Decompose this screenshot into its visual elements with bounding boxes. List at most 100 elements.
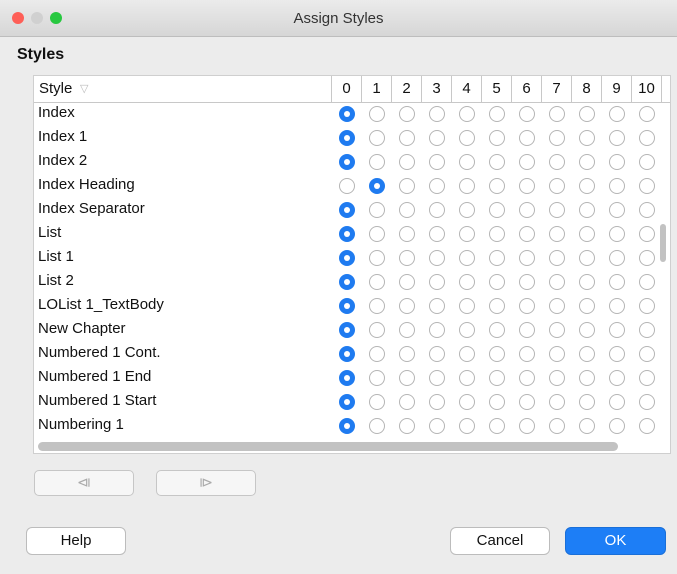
level-radio-button[interactable]: [519, 106, 535, 122]
level-radio-button[interactable]: [519, 370, 535, 386]
level-radio-button[interactable]: [609, 178, 625, 194]
level-radio-button[interactable]: [459, 226, 475, 242]
level-radio-button[interactable]: [519, 250, 535, 266]
level-radio-button[interactable]: [399, 346, 415, 362]
level-radio-button[interactable]: [639, 370, 655, 386]
move-right-button[interactable]: ⧐: [156, 470, 256, 496]
level-radio-button[interactable]: [639, 394, 655, 410]
level-radio-button[interactable]: [579, 250, 595, 266]
level-radio-button[interactable]: [549, 274, 565, 290]
level-radio-button[interactable]: [399, 274, 415, 290]
level-radio-button[interactable]: [459, 346, 475, 362]
level-radio-button[interactable]: [339, 298, 355, 314]
level-radio-button[interactable]: [369, 226, 385, 242]
level-radio-button[interactable]: [639, 178, 655, 194]
level-radio-button[interactable]: [519, 154, 535, 170]
level-radio-button[interactable]: [579, 130, 595, 146]
level-radio-button[interactable]: [609, 202, 625, 218]
level-radio-button[interactable]: [399, 418, 415, 434]
level-radio-button[interactable]: [339, 322, 355, 338]
level-radio-button[interactable]: [339, 226, 355, 242]
level-radio-button[interactable]: [399, 394, 415, 410]
level-radio-button[interactable]: [489, 346, 505, 362]
level-radio-button[interactable]: [489, 202, 505, 218]
level-radio-button[interactable]: [399, 226, 415, 242]
level-radio-button[interactable]: [549, 250, 565, 266]
level-radio-button[interactable]: [579, 178, 595, 194]
level-radio-button[interactable]: [489, 106, 505, 122]
level-radio-button[interactable]: [369, 322, 385, 338]
level-radio-button[interactable]: [549, 178, 565, 194]
level-radio-button[interactable]: [549, 346, 565, 362]
level-radio-button[interactable]: [339, 250, 355, 266]
level-radio-button[interactable]: [609, 106, 625, 122]
level-radio-button[interactable]: [639, 106, 655, 122]
level-radio-button[interactable]: [339, 418, 355, 434]
level-radio-button[interactable]: [519, 394, 535, 410]
level-radio-button[interactable]: [609, 130, 625, 146]
level-radio-button[interactable]: [399, 106, 415, 122]
level-radio-button[interactable]: [609, 394, 625, 410]
level-radio-button[interactable]: [609, 154, 625, 170]
level-radio-button[interactable]: [609, 370, 625, 386]
level-radio-button[interactable]: [489, 130, 505, 146]
level-radio-button[interactable]: [639, 418, 655, 434]
level-radio-button[interactable]: [519, 322, 535, 338]
level-radio-button[interactable]: [579, 346, 595, 362]
level-radio-button[interactable]: [549, 322, 565, 338]
level-radio-button[interactable]: [399, 322, 415, 338]
level-radio-button[interactable]: [459, 298, 475, 314]
level-radio-button[interactable]: [519, 274, 535, 290]
level-radio-button[interactable]: [369, 106, 385, 122]
level-radio-button[interactable]: [459, 106, 475, 122]
level-radio-button[interactable]: [459, 202, 475, 218]
level-radio-button[interactable]: [339, 370, 355, 386]
level-radio-button[interactable]: [579, 394, 595, 410]
level-radio-button[interactable]: [339, 274, 355, 290]
level-radio-button[interactable]: [489, 394, 505, 410]
level-radio-button[interactable]: [429, 274, 445, 290]
level-radio-button[interactable]: [609, 346, 625, 362]
level-radio-button[interactable]: [549, 154, 565, 170]
level-radio-button[interactable]: [399, 250, 415, 266]
level-radio-button[interactable]: [639, 298, 655, 314]
level-radio-button[interactable]: [609, 298, 625, 314]
level-radio-button[interactable]: [429, 202, 445, 218]
level-radio-button[interactable]: [399, 154, 415, 170]
level-radio-button[interactable]: [339, 130, 355, 146]
level-radio-button[interactable]: [639, 250, 655, 266]
level-radio-button[interactable]: [579, 274, 595, 290]
level-radio-button[interactable]: [369, 178, 385, 194]
level-radio-button[interactable]: [429, 394, 445, 410]
level-radio-button[interactable]: [459, 322, 475, 338]
level-radio-button[interactable]: [429, 250, 445, 266]
level-radio-button[interactable]: [609, 322, 625, 338]
level-radio-button[interactable]: [549, 130, 565, 146]
level-radio-button[interactable]: [339, 346, 355, 362]
level-radio-button[interactable]: [639, 130, 655, 146]
level-radio-button[interactable]: [459, 394, 475, 410]
level-radio-button[interactable]: [339, 202, 355, 218]
level-radio-button[interactable]: [429, 370, 445, 386]
level-radio-button[interactable]: [609, 274, 625, 290]
level-radio-button[interactable]: [489, 226, 505, 242]
level-radio-button[interactable]: [489, 154, 505, 170]
level-radio-button[interactable]: [369, 370, 385, 386]
level-radio-button[interactable]: [429, 346, 445, 362]
level-radio-button[interactable]: [549, 418, 565, 434]
level-radio-button[interactable]: [519, 226, 535, 242]
level-radio-button[interactable]: [369, 418, 385, 434]
level-radio-button[interactable]: [459, 250, 475, 266]
level-radio-button[interactable]: [429, 154, 445, 170]
level-radio-button[interactable]: [519, 130, 535, 146]
level-radio-button[interactable]: [429, 178, 445, 194]
level-radio-button[interactable]: [519, 178, 535, 194]
level-radio-button[interactable]: [489, 418, 505, 434]
level-radio-button[interactable]: [489, 250, 505, 266]
cancel-button[interactable]: Cancel: [450, 527, 550, 555]
level-radio-button[interactable]: [459, 274, 475, 290]
level-radio-button[interactable]: [459, 154, 475, 170]
level-radio-button[interactable]: [399, 370, 415, 386]
level-radio-button[interactable]: [369, 202, 385, 218]
level-radio-button[interactable]: [579, 226, 595, 242]
